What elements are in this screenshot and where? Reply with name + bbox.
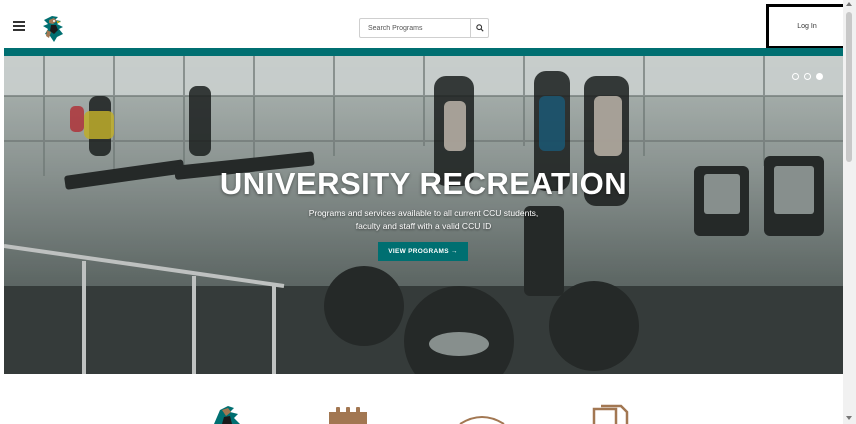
page: Log In	[0, 0, 856, 424]
search-box	[359, 18, 489, 38]
chanticleer-logo-icon[interactable]	[38, 12, 70, 44]
hero-carousel: UNIVERSITY RECREATION Programs and servi…	[4, 56, 843, 374]
view-programs-button[interactable]: VIEW PROGRAMS →	[378, 242, 468, 261]
hero-subtitle-line1: Programs and services available to all c…	[308, 208, 539, 218]
documents-icon	[592, 404, 629, 424]
scroll-thumb[interactable]	[846, 12, 852, 162]
calendar-icon	[329, 407, 367, 424]
search-input[interactable]	[360, 19, 470, 37]
search-icon	[475, 24, 484, 32]
hamburger-menu-icon[interactable]	[13, 21, 25, 31]
carousel-dot-3[interactable]	[816, 73, 823, 80]
carousel-dot-1[interactable]	[792, 73, 799, 80]
hero-subtitle-line2: faculty and staff with a valid CCU ID	[355, 221, 492, 231]
vertical-scrollbar[interactable]	[843, 0, 856, 424]
login-button[interactable]: Log In	[766, 4, 848, 49]
hero-subtitle: Programs and services available to all c…	[4, 207, 843, 233]
carousel-dots	[792, 73, 823, 80]
accent-bar	[4, 48, 843, 56]
scroll-up-arrow-icon[interactable]	[846, 2, 852, 6]
carousel-dot-2[interactable]	[804, 73, 811, 80]
header: Log In	[0, 0, 848, 49]
dome-icon	[459, 416, 505, 424]
scroll-down-arrow-icon[interactable]	[846, 416, 852, 420]
search-button[interactable]	[470, 19, 488, 37]
chanticleer-logo-icon	[214, 406, 240, 424]
hero-title: UNIVERSITY RECREATION	[219, 166, 628, 201]
